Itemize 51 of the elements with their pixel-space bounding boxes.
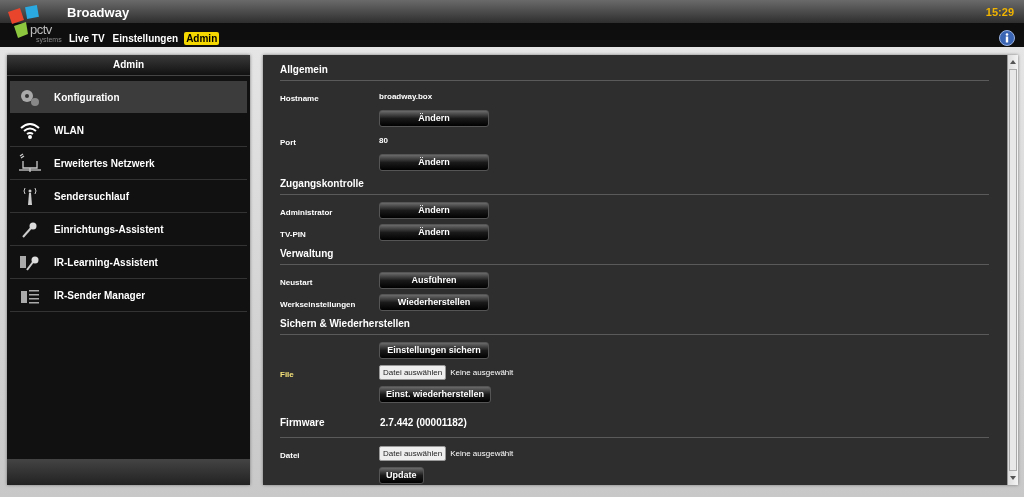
nav-tab[interactable]: Einstellungen [110, 31, 181, 45]
sidebar-item[interactable]: IR-Learning-Assistent [10, 246, 247, 279]
section-title: Allgemein [280, 64, 328, 75]
action-button[interactable]: Update [379, 466, 424, 484]
action-button[interactable]: Ändern [379, 201, 489, 219]
field-value: 80 [379, 135, 388, 145]
action-button[interactable]: Ändern [379, 109, 489, 127]
clock: 15:29 [985, 6, 1014, 18]
scroll-up-icon[interactable] [1008, 58, 1018, 66]
sidebar-item[interactable]: IR-Sender Manager [10, 279, 247, 312]
info-icon[interactable] [999, 30, 1015, 46]
scroll-down-icon[interactable] [1008, 474, 1018, 482]
file-status: Keine ausgewählt [450, 448, 514, 458]
field-label: Hostname [280, 94, 319, 103]
sidebar-item[interactable]: Erweitertes Netzwerk [10, 147, 247, 180]
action-button[interactable]: Einstellungen sichern [379, 341, 489, 359]
field-label: File [280, 370, 294, 379]
choose-file-button[interactable]: Datei auswählen [379, 445, 447, 461]
scrollbar[interactable] [1007, 55, 1018, 485]
section-title: Verwaltung [280, 248, 334, 259]
action-button[interactable]: Ändern [379, 223, 489, 241]
gears-icon [18, 87, 42, 107]
field-label: Port [280, 138, 296, 147]
action-button[interactable]: Einst. wiederherstellen [379, 385, 492, 403]
field-label: Administrator [280, 208, 333, 217]
nav-tab[interactable]: Admin [184, 31, 220, 45]
nav-tab[interactable]: Live TV [67, 31, 107, 45]
sidebar-item[interactable]: Konfiguration [10, 81, 247, 114]
scroll-thumb[interactable] [1009, 69, 1017, 471]
section-title: Zugangskontrolle [280, 178, 364, 189]
section-title: Sichern & Wiederherstellen [280, 318, 410, 329]
action-button[interactable]: Ändern [379, 153, 489, 171]
action-button[interactable]: Wiederherstellen [379, 293, 489, 311]
sidebar-item[interactable]: Sendersuchlauf [10, 180, 247, 213]
app-title: Broadway [67, 5, 130, 20]
field-label: TV-PIN [280, 230, 306, 239]
sidebar-item[interactable]: Einrichtungs-Assistent [10, 213, 247, 246]
choose-file-button[interactable]: Datei auswählen [379, 364, 447, 380]
sidebar-item[interactable]: WLAN [10, 114, 247, 147]
firmware-version: 2.7.442 (00001182) [380, 416, 467, 428]
logo-text: pctv [30, 23, 52, 36]
sidebar-title: Admin [7, 55, 250, 76]
field-label: Neustart [280, 278, 313, 287]
firmware-label: Firmware [280, 416, 326, 428]
router-icon [18, 153, 42, 173]
field-value: broadway.box [379, 91, 433, 101]
wifi-icon [18, 120, 42, 140]
file-status: Keine ausgewählt [450, 367, 514, 377]
field-label: Datei [280, 451, 300, 460]
action-button[interactable]: Ausführen [379, 271, 489, 289]
field-label: Werkseinstellungen [280, 300, 356, 309]
